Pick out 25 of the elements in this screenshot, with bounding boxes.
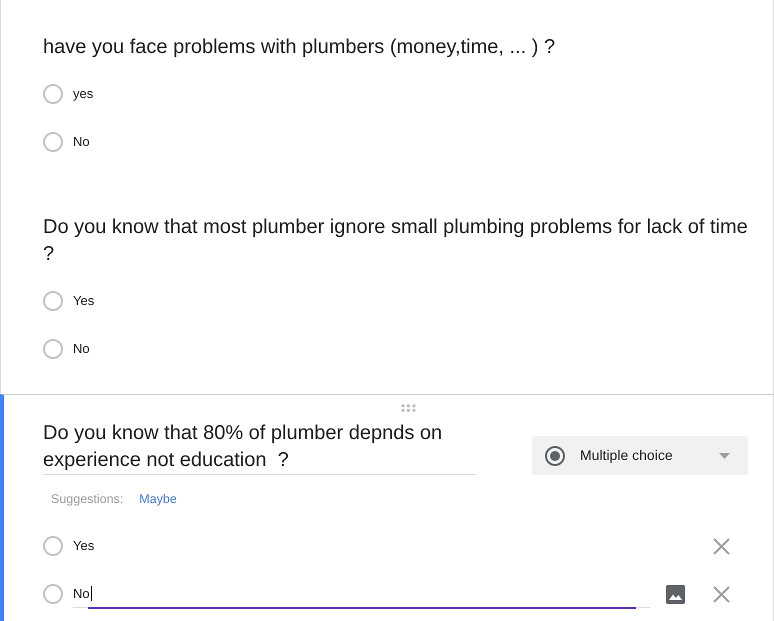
question-type-dropdown[interactable]: Multiple choice: [532, 436, 748, 475]
option-input-field[interactable]: Yes: [73, 532, 650, 560]
option-label: yes: [73, 85, 94, 104]
image-icon[interactable]: [666, 584, 685, 604]
question-title: Do you know that most plumber ignore small plumbing problems for lack of time ?: [43, 215, 749, 267]
radio-button[interactable]: [43, 291, 63, 311]
radio-button[interactable]: [43, 584, 63, 604]
option-label: No: [73, 340, 90, 358]
caret-down-icon: [719, 452, 730, 458]
radio-button[interactable]: [43, 536, 63, 556]
radio-button[interactable]: [43, 132, 63, 152]
radio-button[interactable]: [43, 84, 63, 104]
option-label: No: [73, 133, 90, 152]
close-icon[interactable]: [713, 538, 730, 554]
drag-handle-icon[interactable]: [400, 404, 416, 412]
question-title: have you face problems with plumbers (money,time, ... ) ?: [43, 35, 556, 60]
option-input-field[interactable]: No: [73, 580, 650, 608]
text-cursor-icon: [90, 586, 92, 601]
radio-button-icon: [545, 446, 565, 466]
suggestions-label: Suggestions:: [51, 490, 124, 508]
option-label: Yes: [73, 292, 94, 310]
question-title-field[interactable]: Do you know that 80% of plumber depnds on experience not education ?: [43, 420, 476, 475]
close-icon[interactable]: [713, 586, 730, 602]
radio-button[interactable]: [43, 339, 63, 359]
suggestion-link[interactable]: Maybe: [139, 490, 177, 508]
